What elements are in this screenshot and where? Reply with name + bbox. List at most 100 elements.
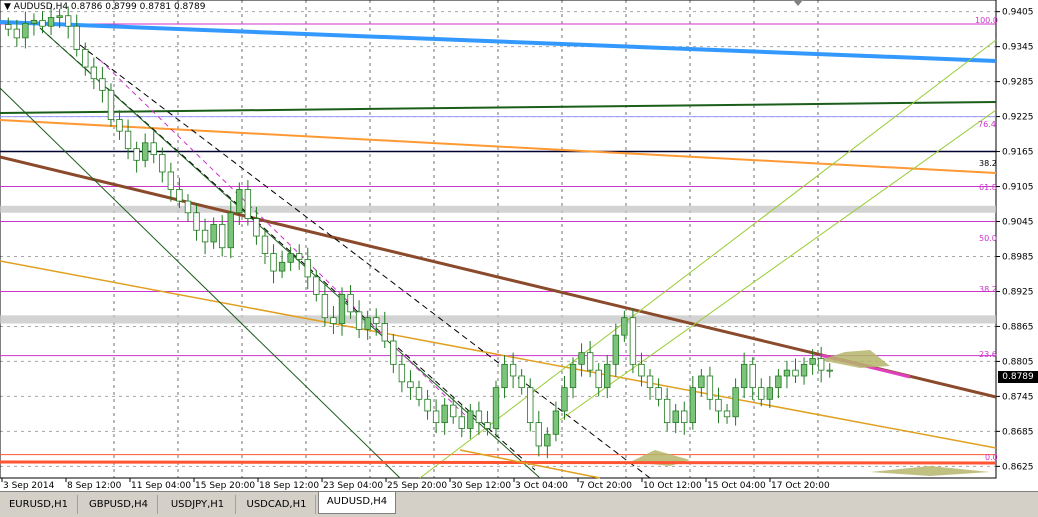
candle-body bbox=[544, 433, 551, 447]
fib-label-0: 0.0 bbox=[985, 453, 998, 462]
symbol-title: ▼ AUDUSD,H4 0.8786 0.8799 0.8781 0.8789 bbox=[4, 2, 205, 12]
candle-body bbox=[501, 363, 508, 389]
candle-body bbox=[236, 189, 243, 214]
grey-band bbox=[0, 205, 996, 213]
candle-body bbox=[663, 398, 671, 424]
candle-body bbox=[758, 387, 765, 400]
candle-body bbox=[30, 20, 38, 24]
candle-body bbox=[612, 334, 619, 365]
candle-body bbox=[22, 22, 29, 39]
price-chart[interactable]: 100.0 76.4 38.2 61.8 50.0 38.2 23.6 0.0 … bbox=[0, 0, 1038, 491]
candle-body bbox=[723, 410, 731, 418]
candle-body bbox=[424, 398, 431, 412]
symbol-ohlc-text: AUDUSD,H4 0.8786 0.8799 0.8781 0.8789 bbox=[13, 2, 206, 12]
candle-body bbox=[629, 317, 637, 365]
candle-body bbox=[347, 293, 354, 313]
candle-body bbox=[364, 317, 371, 330]
tab-usdcad-h1[interactable]: USDCAD,H1 bbox=[238, 495, 316, 514]
candle-body bbox=[176, 189, 183, 202]
candle-body bbox=[355, 311, 363, 330]
candle-body bbox=[621, 317, 628, 336]
candle-body bbox=[90, 66, 98, 80]
candle-body bbox=[159, 154, 166, 173]
window-menu-icon[interactable]: ▼ bbox=[4, 2, 11, 12]
candle-body bbox=[740, 363, 748, 389]
chart-area[interactable]: 100.0 76.4 38.2 61.8 50.0 38.2 23.6 0.0 … bbox=[0, 0, 1038, 491]
candle-body bbox=[373, 317, 380, 324]
price-axis: 0.9405 0.9345 0.9285 0.9225 0.9165 0.9105 0.90… bbox=[996, 8, 1034, 472]
candle-body bbox=[638, 363, 645, 377]
candle-body bbox=[210, 224, 217, 243]
candle-body bbox=[706, 375, 714, 400]
candle-body bbox=[689, 387, 696, 424]
fib-label-76: 76.4 bbox=[978, 120, 996, 129]
price-tick-label: 0.9345 bbox=[1002, 43, 1034, 53]
price-tick-label: 0.8865 bbox=[1002, 322, 1034, 332]
candle-body bbox=[201, 229, 209, 243]
price-tick-label: 0.9285 bbox=[1002, 78, 1034, 88]
time-tick-label: 10 Oct 12:00 bbox=[643, 481, 702, 491]
candle-body bbox=[73, 25, 80, 50]
candle-body bbox=[124, 130, 132, 150]
candle-body bbox=[142, 142, 149, 161]
candle-body bbox=[150, 142, 157, 155]
candle-body bbox=[47, 17, 55, 27]
candle-body bbox=[800, 363, 808, 377]
candle-body bbox=[646, 375, 654, 389]
candle-body bbox=[338, 293, 346, 324]
candle-body bbox=[578, 352, 585, 365]
time-tick-label: 7 Oct 20:00 bbox=[579, 481, 632, 491]
price-tick-label: 0.8985 bbox=[1002, 252, 1034, 262]
time-tick-label: 11 Sep 04:00 bbox=[131, 481, 191, 491]
candle-body bbox=[492, 387, 500, 429]
fib-label-38b: 38.2 bbox=[979, 285, 997, 294]
candle-body bbox=[39, 20, 46, 27]
candle-body bbox=[5, 24, 12, 30]
candle-body bbox=[321, 293, 329, 319]
price-tick-label: 0.9045 bbox=[1002, 218, 1034, 228]
time-tick-label: 30 Sep 12:00 bbox=[451, 481, 511, 491]
candle-body bbox=[390, 340, 397, 365]
candle-body bbox=[278, 261, 286, 272]
tab-audusd-h4[interactable]: AUDUSD,H4 bbox=[318, 492, 396, 514]
candle-body bbox=[509, 363, 517, 377]
candle-body bbox=[518, 375, 525, 389]
candle-body bbox=[441, 404, 448, 424]
time-tick-label: 3 Oct 04:00 bbox=[515, 481, 568, 491]
time-tick-label: 25 Sep 20:00 bbox=[387, 481, 447, 491]
candle-body bbox=[304, 259, 311, 278]
tab-eurusd-h1[interactable]: EURUSD,H1 bbox=[0, 495, 78, 514]
candle-body bbox=[458, 416, 465, 429]
price-tick-label: 0.8805 bbox=[1002, 357, 1034, 367]
candle-body bbox=[561, 387, 568, 412]
candle-body bbox=[792, 369, 799, 377]
candle-body bbox=[381, 323, 388, 342]
price-tick-label: 0.8925 bbox=[1002, 287, 1034, 297]
candle-body bbox=[450, 404, 457, 418]
time-tick-label: 17 Oct 20:00 bbox=[771, 481, 830, 491]
candle-body bbox=[184, 200, 192, 214]
candle-body bbox=[253, 218, 260, 237]
price-tick-label: 0.8745 bbox=[1002, 392, 1034, 402]
candle-body bbox=[432, 410, 440, 424]
price-tick-label: 0.8685 bbox=[1002, 427, 1034, 437]
fib-label-100: 100.0 bbox=[975, 16, 998, 25]
fib-label-61: 61.8 bbox=[979, 183, 997, 192]
time-tick-label: 3 Sep 2014 bbox=[3, 481, 55, 491]
tab-gbpusd-h4[interactable]: GBPUSD,H4 bbox=[80, 495, 158, 514]
candle-body bbox=[698, 375, 705, 389]
candle-body bbox=[407, 381, 414, 389]
candle-body bbox=[296, 253, 303, 260]
candle-body bbox=[586, 352, 594, 371]
candle-body bbox=[467, 410, 474, 429]
candle-body bbox=[552, 410, 560, 435]
candle-body bbox=[415, 387, 423, 400]
candle-body bbox=[475, 410, 483, 424]
tab-usdjpy-h1[interactable]: USDJPY,H1 bbox=[160, 495, 236, 514]
grey-band bbox=[0, 315, 996, 324]
candle-body bbox=[817, 358, 825, 371]
candle-body bbox=[783, 369, 791, 377]
price-tick-label: 0.9225 bbox=[1002, 113, 1034, 123]
candle-body bbox=[527, 387, 534, 424]
fib-label-50: 50.0 bbox=[979, 234, 997, 243]
